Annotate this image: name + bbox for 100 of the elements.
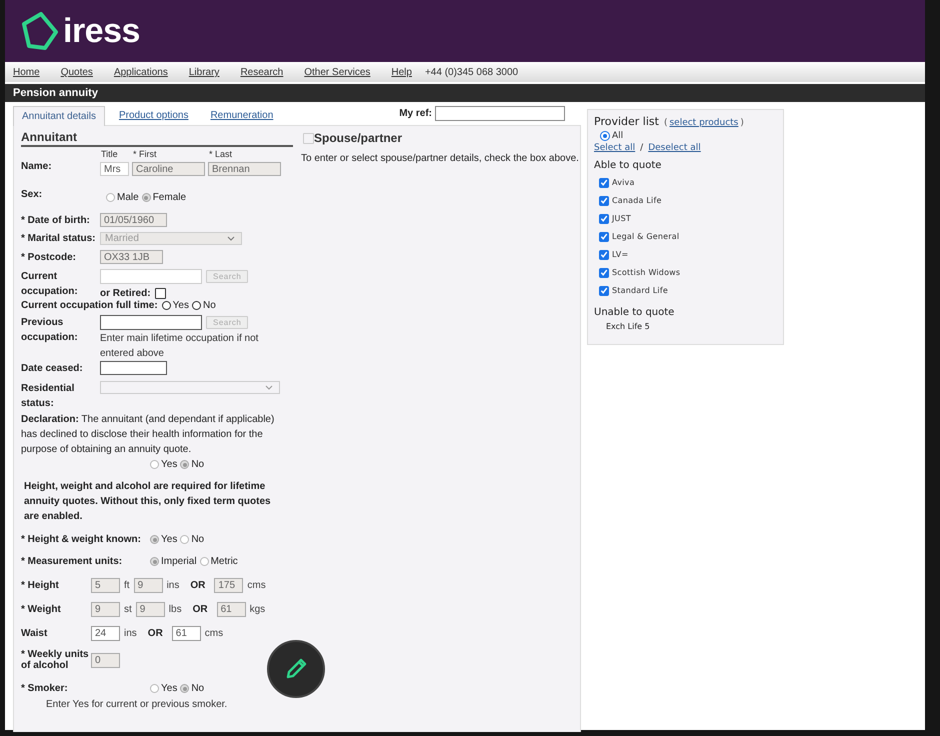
radio-label: Yes [161, 458, 178, 472]
group-heading: Unable to quote [594, 307, 676, 318]
radio-button[interactable] [600, 131, 610, 141]
group-heading: Able to quote [594, 160, 662, 171]
radio-label: Metric [210, 556, 238, 567]
field-label: * Last [208, 149, 234, 159]
provider-name: JUST [612, 214, 631, 223]
field-label: * Date of birth: [21, 214, 91, 226]
date-field[interactable]: 01/05/1960 [100, 213, 167, 227]
field-label: * Smoker: [21, 683, 69, 694]
field-label: Title [100, 149, 119, 159]
unit-label: lbs [168, 604, 182, 614]
hint-text: To enter or select spouse/partner details, check the box above. [301, 153, 579, 164]
field-label: * Measurement units: [21, 556, 124, 567]
provider-name: Standard Life [612, 286, 668, 295]
parenthesis: ) [740, 118, 744, 128]
field-label: Residential status: [21, 382, 76, 411]
field-label: Sex: [21, 189, 44, 200]
provider-checkbox[interactable] [599, 214, 609, 224]
panel-title: Provider list [594, 115, 659, 128]
declaration-text: Declaration: The annuitant (and dependant if applicable) has declined to disclose their health information for the purpose of obtaining an annuity quote. [21, 413, 276, 457]
nav-link[interactable]: Library [188, 67, 220, 78]
nav-link[interactable]: Help [391, 67, 412, 78]
provider-checkbox[interactable] [599, 250, 609, 260]
or-label: OR [192, 604, 208, 614]
field-label: Name: [21, 161, 53, 174]
field-label: or Retired: [100, 288, 151, 299]
requirement-note: Height, weight and alcohol are required for lifetime annuity quotes. Without this, only fixed term quotes are enabled. [23, 480, 272, 524]
provider-name: Exch Life 5 [606, 322, 651, 331]
my-ref-label: My ref: [399, 108, 432, 119]
measurement-field[interactable]: 61 [172, 626, 201, 640]
tab[interactable]: Product options [110, 106, 196, 125]
date-field[interactable] [100, 361, 167, 375]
occupation-field[interactable] [100, 315, 202, 330]
field-label: Current occupation full time: [21, 300, 158, 311]
provider-name: Canada Life [612, 196, 662, 205]
page-title-bar: Pension annuity [5, 84, 925, 102]
field-label: Current occupation: [21, 270, 79, 299]
provider-name: Scottish Widows [612, 268, 680, 277]
radio-button[interactable] [192, 301, 201, 310]
radio-label: No [191, 458, 204, 472]
provider-checkbox[interactable] [599, 232, 609, 242]
retired-checkbox[interactable] [154, 288, 166, 299]
deselect-all-link[interactable]: Deselect all [648, 143, 701, 153]
or-label: OR [148, 628, 163, 638]
radio-label: No [191, 683, 204, 694]
radio-label: Imperial [161, 556, 197, 567]
provider-name: Aviva [612, 178, 635, 187]
field-label: Date ceased: [21, 362, 84, 374]
unit-label: st [124, 604, 132, 614]
provider-name: Legal & General [612, 232, 680, 241]
spouse-checkbox[interactable] [303, 132, 314, 144]
tab[interactable]: Remuneration [202, 106, 282, 125]
section-heading: Annuitant [21, 130, 293, 147]
name-field[interactable]: Mrs [100, 162, 129, 176]
provider-checkbox[interactable] [599, 286, 609, 296]
hint-text: Enter Yes for current or previous smoker. [46, 699, 228, 710]
my-ref-field[interactable] [435, 106, 565, 121]
provider-checkbox[interactable] [599, 268, 609, 278]
field-label: Previous occupation: [21, 316, 79, 345]
parenthesis: ( [664, 118, 668, 128]
radio-label: Female [152, 192, 186, 203]
nav-link[interactable]: Research [240, 67, 284, 78]
select-products-link[interactable]: select products [669, 118, 738, 128]
logo-text: iress [63, 12, 140, 50]
field-label: * Postcode: [21, 252, 78, 262]
nav-link[interactable]: Applications [114, 67, 168, 78]
radio-label: No [203, 300, 216, 311]
select-all-link[interactable]: Select all [594, 143, 636, 153]
measurement-field[interactable]: 24 [91, 626, 120, 640]
radio-label: All [612, 131, 624, 141]
tab[interactable]: Annuitant details [13, 106, 105, 126]
nav-link[interactable]: Other Services [304, 67, 370, 78]
field-label: * Height [21, 580, 60, 590]
unit-label: ft [124, 580, 130, 590]
logo-icon [21, 12, 59, 50]
nav-link[interactable]: Quotes [60, 67, 93, 78]
field-label: * Marital status: [21, 233, 96, 244]
section-heading: Spouse/partner [314, 131, 402, 145]
provider-checkbox[interactable] [599, 196, 609, 206]
unit-label: ins [166, 580, 180, 590]
unit-label: ins [124, 628, 137, 638]
hint-text: Enter main lifetime occupation if not entered above [100, 332, 260, 361]
separator: / [640, 143, 644, 153]
field-label: * First [132, 149, 158, 159]
provider-checkbox[interactable] [599, 178, 609, 188]
chevron-down-icon [265, 385, 273, 390]
field-label: * Weekly units of alcohol [21, 649, 90, 671]
radio-button[interactable] [162, 301, 171, 310]
postcode-field[interactable]: OX33 1JB [100, 250, 163, 264]
or-label: OR [190, 580, 206, 590]
nav-link[interactable]: Home [13, 67, 40, 78]
phone-number: +44 (0)345 068 3000 [424, 67, 518, 78]
unit-label: cms [247, 580, 266, 590]
field-label: Waist [21, 628, 48, 638]
radio-label: Yes [161, 534, 178, 545]
radio-label: Yes [172, 300, 189, 311]
unit-label: kgs [250, 604, 266, 614]
unit-label: cms [204, 628, 224, 638]
radio-label: Male [117, 192, 139, 203]
